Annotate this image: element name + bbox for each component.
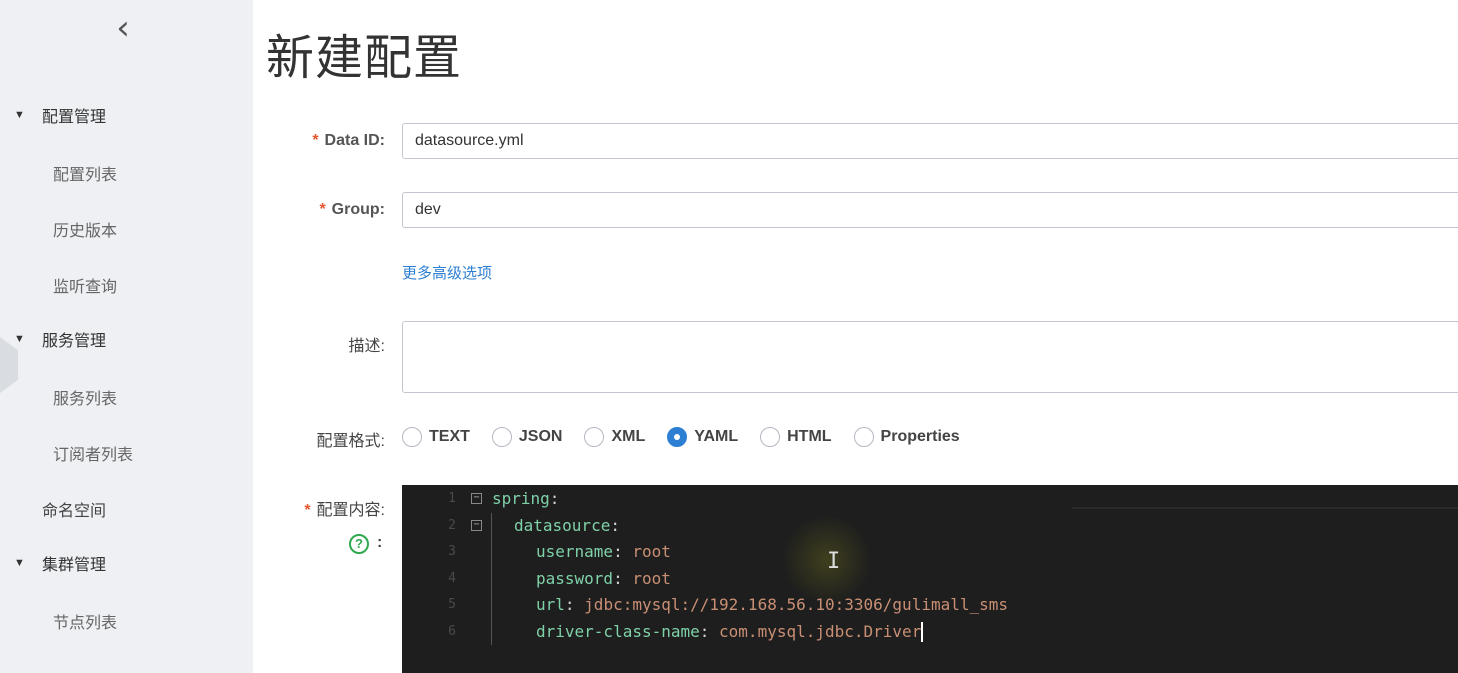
line-number: 3 (448, 544, 456, 559)
fold-toggle-icon[interactable]: − (471, 519, 482, 531)
format-radio-json[interactable]: JSON (491, 427, 563, 447)
sidebar-item-config-list[interactable]: 配置列表 (53, 161, 117, 185)
code-line: 3 username: root (402, 539, 1458, 565)
yaml-value: com.mysql.jdbc.Driver (719, 621, 922, 641)
code-line: 2 − datasource: (402, 513, 1458, 539)
format-label: 配置格式: (316, 433, 385, 450)
yaml-separator: : (564, 595, 585, 614)
help-colon: : (377, 534, 383, 551)
content-label: * 配置内容: (304, 502, 385, 519)
format-radio-properties[interactable]: Properties (853, 427, 960, 447)
yaml-separator: : (610, 515, 620, 535)
sidebar-item-service-list[interactable]: 服务列表 (53, 385, 117, 409)
code-text: spring: (492, 486, 559, 512)
yaml-separator: : (699, 621, 720, 641)
description-textarea[interactable] (402, 321, 1458, 393)
radio-circle-icon (491, 427, 512, 447)
caret-down-icon: ▼ (14, 333, 25, 345)
code-text: driver-class-name: com.mysql.jdbc.Driver (536, 619, 924, 645)
required-mark: * (319, 201, 326, 218)
radio-circle-icon (402, 427, 422, 447)
yaml-key: password (536, 568, 614, 588)
sidebar-group-service-management[interactable]: ▼ 服务管理 (14, 327, 106, 351)
code-line: 4 password: root (402, 566, 1458, 592)
radio-label: Properties (880, 428, 960, 445)
line-number: 4 (448, 570, 456, 586)
code-text: username: root (536, 539, 671, 565)
code-text: datasource: (514, 513, 620, 539)
description-label: 描述: (348, 338, 385, 355)
yaml-key: spring (492, 489, 550, 508)
radio-label: TEXT (429, 428, 470, 445)
sidebar: ‹ ▼ 配置管理 配置列表 历史版本 监听查询 ▼ 服务管理 服务列表 订阅者列… (0, 0, 253, 673)
yaml-value: root (632, 568, 671, 588)
required-mark: * (312, 132, 319, 149)
data-id-label: * Data ID: (312, 132, 385, 149)
line-number: 2 (448, 517, 456, 533)
line-number: 6 (448, 623, 456, 639)
yaml-key: driver-class-name (536, 621, 700, 641)
yaml-separator: : (549, 489, 560, 508)
line-number: 5 (448, 597, 456, 612)
radio-label: HTML (787, 428, 832, 445)
radio-circle-icon (853, 427, 874, 447)
yaml-value: root (632, 542, 671, 561)
line-number: 1 (448, 491, 456, 506)
help-icon[interactable]: ? (349, 534, 369, 554)
radio-label: XML (611, 428, 646, 445)
text-caret (921, 622, 924, 642)
code-line: 1 − spring: (402, 486, 1458, 512)
format-radio-xml[interactable]: XML (584, 427, 645, 447)
code-line: 6 driver-class-name: com.mysql.jdbc.Drive… (402, 619, 1458, 645)
sidebar-group-config-management[interactable]: ▼ 配置管理 (14, 103, 106, 127)
group-label: * Group: (319, 201, 385, 218)
sidebar-item-listener-query[interactable]: 监听查询 (53, 273, 117, 297)
radio-circle-icon (667, 427, 688, 447)
caret-down-icon: ▼ (14, 557, 25, 569)
yaml-value: jdbc:mysql://192.168.56.10:3306/gulimall… (584, 595, 1009, 614)
sidebar-item-node-list[interactable]: 节点列表 (53, 609, 117, 633)
sidebar-item-history[interactable]: 历史版本 (53, 217, 117, 241)
radio-label: JSON (518, 428, 563, 445)
code-line: 5 url: jdbc:mysql://192.168.56.10:3306/gu… (402, 592, 1458, 618)
group-input[interactable] (402, 192, 1458, 228)
sidebar-item-subscriber-list[interactable]: 订阅者列表 (53, 441, 133, 465)
sidebar-group-label: 集群管理 (42, 557, 107, 574)
indent-guide (491, 513, 492, 645)
fold-toggle-icon[interactable]: − (471, 493, 482, 504)
format-radio-text[interactable]: TEXT (402, 427, 470, 447)
radio-label: YAML (694, 428, 739, 445)
yaml-key: url (536, 595, 565, 614)
caret-down-icon: ▼ (14, 109, 25, 121)
advanced-options-link[interactable]: 更多高级选项 (402, 262, 492, 283)
code-text: url: jdbc:mysql://192.168.56.10:3306/gul… (536, 592, 1008, 618)
yaml-separator: : (613, 542, 633, 561)
radio-circle-icon (760, 427, 781, 447)
page-title: 新建配置 (266, 30, 463, 86)
format-radio-group: TEXT JSON XML YAML HTML Properties (402, 424, 982, 450)
code-text: password: root (536, 566, 671, 592)
sidebar-group-cluster-management[interactable]: ▼ 集群管理 (14, 551, 106, 575)
code-editor[interactable]: I 1− spring: 2− datasource: 3 username: root 4… (402, 485, 1458, 673)
radio-circle-icon (584, 427, 605, 447)
yaml-separator: : (613, 568, 633, 588)
format-radio-html[interactable]: HTML (760, 427, 832, 447)
sidebar-group-label: 配置管理 (42, 109, 107, 126)
collapse-sidebar-icon[interactable]: ‹ (108, 8, 138, 48)
sidebar-item-namespace[interactable]: 命名空间 (42, 497, 106, 521)
required-mark: * (304, 502, 311, 519)
yaml-key: username (536, 542, 614, 561)
format-radio-yaml[interactable]: YAML (667, 427, 738, 447)
sidebar-group-label: 服务管理 (42, 333, 107, 350)
data-id-input[interactable] (402, 123, 1458, 159)
yaml-key: datasource (514, 515, 611, 535)
